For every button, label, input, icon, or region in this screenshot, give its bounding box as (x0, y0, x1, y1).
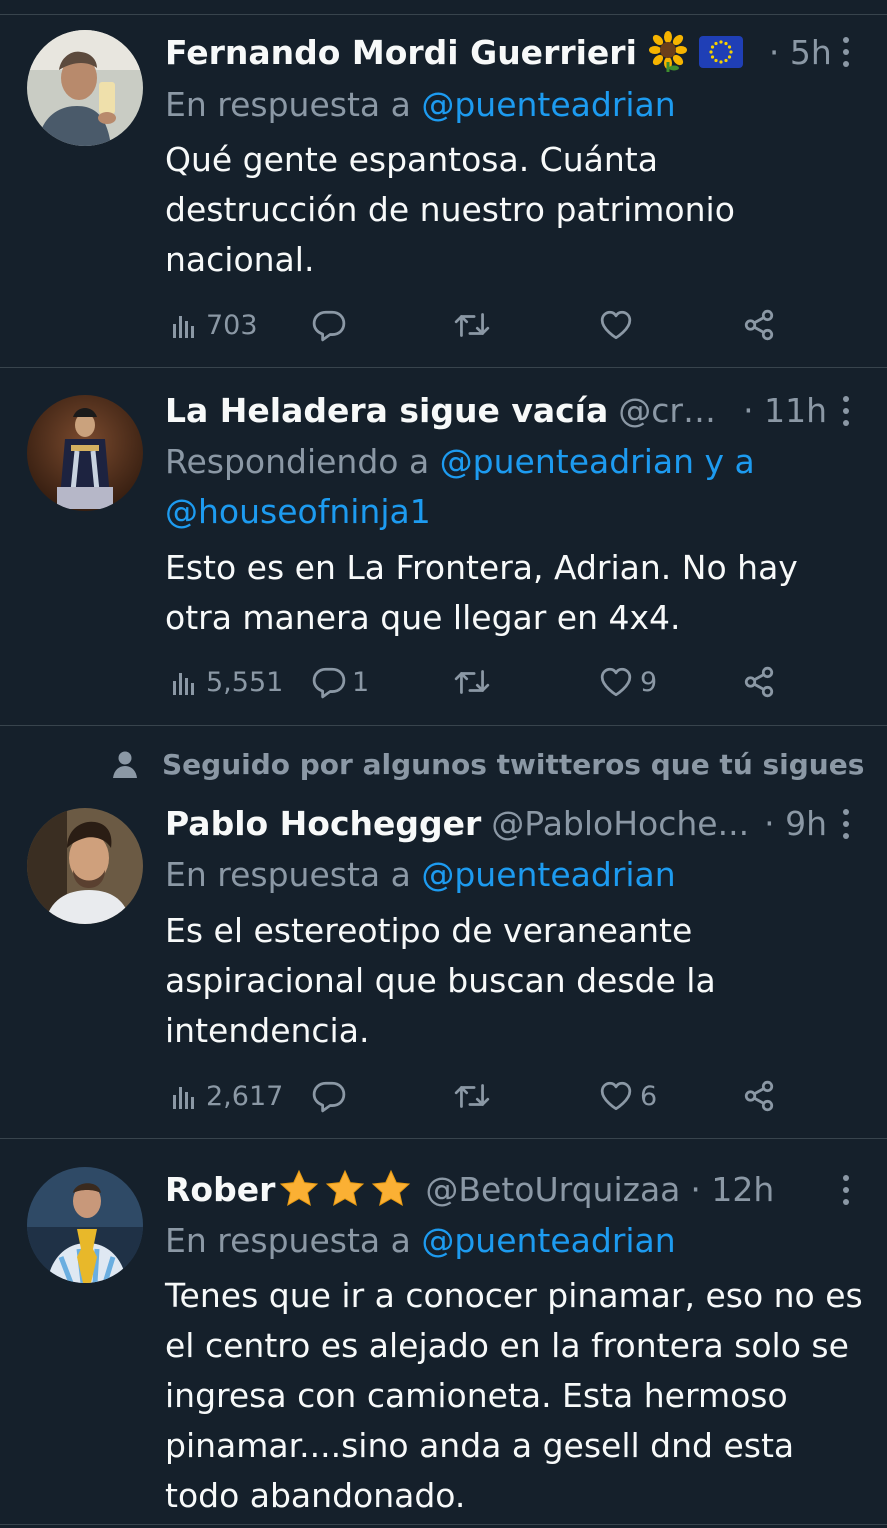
tweet-time[interactable]: · 5h (757, 33, 832, 72)
avatar[interactable] (27, 395, 143, 511)
tweet-4[interactable]: Rober @BetoUrquizaa · 12h En respuesta a… (0, 1139, 887, 1525)
reply-prefix: En respuesta a (165, 85, 422, 124)
share-icon (742, 1079, 776, 1113)
avatar[interactable] (27, 808, 143, 924)
reply-mention-link[interactable]: @puenteadrian (421, 855, 675, 894)
share-button[interactable] (742, 1076, 776, 1116)
avatar[interactable] (27, 30, 143, 146)
more-options-icon[interactable] (835, 1173, 857, 1207)
display-name[interactable]: Rober (165, 1170, 275, 1209)
like-button[interactable]: 9 (598, 662, 657, 702)
tweet-time[interactable]: · 9h (752, 804, 827, 843)
reply-button[interactable] (312, 1076, 346, 1116)
tweet-text: Tenes que ir a conocer pinamar, eso no e… (165, 1276, 863, 1515)
reply-context: En respuesta a @puenteadrian (165, 850, 847, 900)
bar-chart-icon (170, 1081, 200, 1111)
handle[interactable]: @crpa... (618, 391, 731, 430)
display-name[interactable]: Pablo Hochegger (165, 804, 481, 843)
retweet-button[interactable] (453, 305, 491, 345)
like-count: 9 (640, 666, 658, 698)
display-name[interactable]: Fernando Mordi Guerrieri (165, 33, 637, 72)
more-options-icon[interactable] (835, 394, 857, 428)
tweet-time[interactable]: · 12h (690, 1170, 774, 1209)
handle[interactable]: @PabloHoche... (491, 804, 749, 843)
tweet-2[interactable]: La Heladera sigue vacía @crpa... · 11h R… (0, 368, 887, 726)
views-button[interactable]: 703 (170, 305, 258, 345)
views-count: 703 (206, 309, 258, 341)
share-button[interactable] (742, 662, 776, 702)
views-count: 5,551 (206, 666, 284, 698)
reply-mention-link[interactable]: @puenteadrian (421, 1221, 675, 1260)
like-count: 6 (640, 1080, 658, 1112)
reply-bubble-icon (312, 665, 346, 699)
retweet-button[interactable] (453, 662, 491, 702)
display-name[interactable]: La Heladera sigue vacía (165, 391, 608, 430)
tweet-actions: 5,551 1 9 (170, 662, 790, 702)
star-emoji-icon (371, 1169, 411, 1209)
retweet-icon (453, 665, 491, 699)
like-button[interactable] (598, 305, 634, 345)
eu-flag-emoji-icon (698, 36, 743, 68)
heart-icon (598, 308, 634, 342)
views-count: 2,617 (206, 1080, 284, 1112)
handle[interactable]: @BetoUrquizaa (425, 1170, 680, 1209)
share-button[interactable] (742, 305, 776, 345)
heart-icon (598, 1079, 634, 1113)
star-emoji-icon (279, 1169, 319, 1209)
heart-icon (598, 665, 634, 699)
tweet-actions: 703 (170, 305, 790, 345)
tweet-time[interactable]: · 11h (731, 391, 827, 430)
sunflower-emoji-icon (647, 31, 689, 73)
more-options-icon[interactable] (835, 35, 857, 69)
reply-context: En respuesta a @puenteadrian (165, 1216, 847, 1266)
reply-button[interactable]: 1 (312, 662, 369, 702)
reply-context: En respuesta a @puenteadrian (165, 80, 847, 130)
tweet-text: Qué gente espantosa. Cuánta destrucción … (165, 140, 735, 279)
like-button[interactable]: 6 (598, 1076, 657, 1116)
tweet-actions: 2,617 6 (170, 1076, 790, 1116)
bar-chart-icon (170, 310, 200, 340)
star-emoji-icon (325, 1169, 365, 1209)
views-button[interactable]: 2,617 (170, 1076, 283, 1116)
reply-count: 1 (352, 666, 370, 698)
retweet-icon (453, 1079, 491, 1113)
share-icon (742, 308, 776, 342)
bar-chart-icon (170, 667, 200, 697)
reply-prefix: Respondiendo a (165, 442, 440, 481)
tweet-text: Esto es en La Frontera, Adrian. No hay o… (165, 548, 798, 637)
more-options-icon[interactable] (835, 807, 857, 841)
retweet-icon (453, 308, 491, 342)
reply-mention-link[interactable]: @puenteadrian (421, 85, 675, 124)
tweet-3[interactable]: Pablo Hochegger @PabloHoche... · 9h En r… (0, 726, 887, 1139)
reply-bubble-icon (312, 308, 346, 342)
reply-button[interactable] (312, 305, 346, 345)
tweet-1[interactable]: Fernando Mordi Guerrieri · 5h En respues… (0, 15, 887, 368)
tweet-text: Es el estereotipo de veraneante aspiraci… (165, 911, 716, 1050)
reply-prefix: En respuesta a (165, 1221, 422, 1260)
avatar[interactable] (27, 1167, 143, 1283)
reply-prefix: En respuesta a (165, 855, 422, 894)
reply-context: Respondiendo a @puenteadrian y a @houseo… (165, 437, 777, 537)
views-button[interactable]: 5,551 (170, 662, 283, 702)
retweet-button[interactable] (453, 1076, 491, 1116)
reply-bubble-icon (312, 1079, 346, 1113)
share-icon (742, 665, 776, 699)
